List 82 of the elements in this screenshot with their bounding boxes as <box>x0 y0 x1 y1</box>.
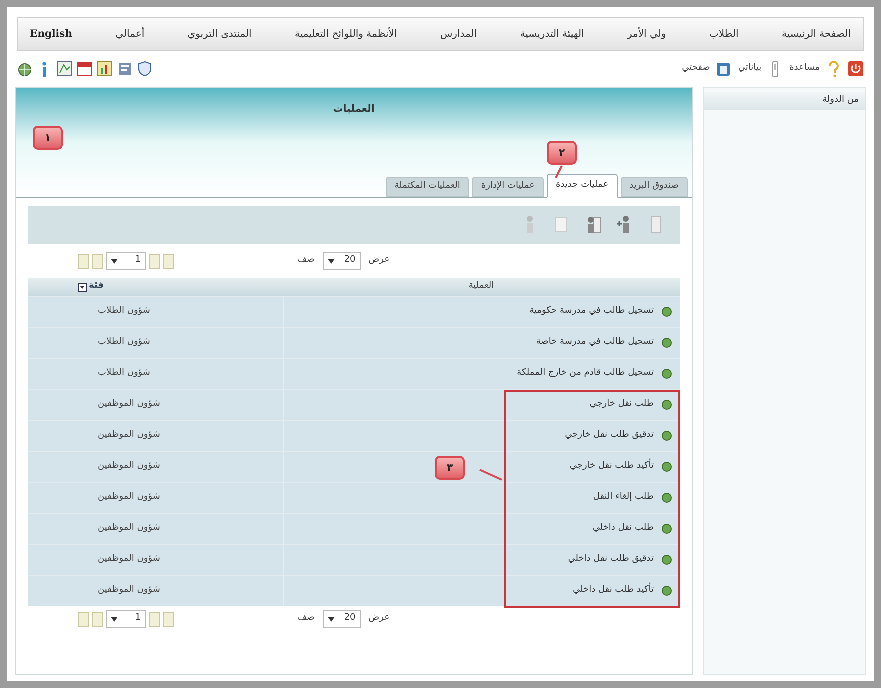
last-page-button[interactable] <box>78 612 89 626</box>
dropdown-arrow-icon <box>111 616 118 622</box>
table-cell-text: شؤون الطلاب <box>98 367 150 380</box>
column-header: العملية <box>468 280 494 294</box>
first-page-button[interactable] <box>163 254 174 268</box>
table-cell-text: شؤون الموظفين <box>98 553 160 566</box>
chart-icon[interactable] <box>97 60 113 78</box>
operation-link[interactable]: تدقيق طلب نقل خارجي <box>565 429 654 443</box>
user-link[interactable]: صفحتي <box>682 62 710 76</box>
dropdown-arrow-icon <box>328 616 335 622</box>
round-dot-icon <box>662 431 672 441</box>
menu-item[interactable]: الصفحة الرئيسية <box>782 26 851 42</box>
dropdown-arrow-icon <box>328 258 335 264</box>
round-dot-icon <box>662 555 672 565</box>
operation-link[interactable]: تدقيق طلب نقل داخلي <box>568 553 654 567</box>
operation-link[interactable]: تسجيل طالب في مدرسة خاصة <box>536 336 654 350</box>
dropdown-arrow-icon <box>111 258 118 264</box>
operation-link[interactable]: تسجيل طالب في مدرسة حكومية <box>530 305 654 319</box>
tab[interactable]: عمليات جديدة <box>546 174 618 198</box>
page-size-select[interactable]: 20 <box>322 610 361 628</box>
menu-item[interactable]: ولي الأمر <box>627 26 666 42</box>
table-cell-text: شؤون الموظفين <box>98 460 160 474</box>
operation-link[interactable]: تسجيل طالب قادم من خارج المملكة <box>517 367 654 381</box>
calendar-icon[interactable] <box>77 60 93 78</box>
table-cell-text: شؤون الطلاب <box>98 305 150 318</box>
last-page-button[interactable] <box>78 254 89 268</box>
page-select[interactable]: 1 <box>106 610 146 628</box>
round-dot-icon <box>662 400 672 410</box>
operation-link[interactable]: تأكيد طلب نقل خارجي <box>570 460 654 474</box>
page-size-select[interactable]: 20 <box>322 252 361 270</box>
shield-icon[interactable] <box>137 60 153 78</box>
operation-link[interactable]: طلب نقل خارجي <box>590 398 654 412</box>
screen-icon[interactable] <box>716 60 732 78</box>
callout-badge: ١ <box>33 126 63 150</box>
round-dot-icon <box>662 586 672 596</box>
table-cell-text: شؤون الموظفين <box>98 491 160 504</box>
previous-page-button[interactable] <box>149 254 160 268</box>
operation-link[interactable]: طلب نقل داخلي <box>592 522 654 536</box>
next-page-button[interactable] <box>92 254 103 268</box>
tab[interactable]: صندوق البريد <box>620 177 688 197</box>
rows-label: صف <box>298 254 315 268</box>
sidebar-title: من الدولة <box>822 94 859 108</box>
filter-toggle-icon[interactable] <box>78 282 87 292</box>
power-icon[interactable] <box>848 61 864 77</box>
document-icon[interactable] <box>117 60 133 78</box>
menu-item[interactable]: المدارس <box>440 26 478 42</box>
round-dot-icon <box>662 462 672 472</box>
callout-badge: ٣ <box>435 456 465 480</box>
menu-item[interactable]: أعمالي <box>116 26 145 42</box>
operation-link[interactable]: طلب إلغاء النقل <box>593 491 654 505</box>
callout-badge: ٢ <box>547 141 577 165</box>
menu-item[interactable]: الأنظمة واللوائح التعليمية <box>295 26 398 42</box>
user-link[interactable]: بياناتي <box>738 62 762 76</box>
table-cell-text: شؤون الموظفين <box>98 522 160 536</box>
show-label: عرض <box>368 254 390 268</box>
table-cell-text: شؤون الطلاب <box>98 336 150 350</box>
help-icon[interactable] <box>826 60 842 78</box>
menu-item[interactable]: الهيئة التدريسية <box>520 26 584 42</box>
page-select[interactable]: 1 <box>106 252 146 270</box>
round-dot-icon <box>662 338 672 348</box>
round-dot-icon <box>662 307 672 317</box>
globe-icon[interactable] <box>17 60 33 78</box>
language-link[interactable]: English <box>30 26 72 42</box>
tab[interactable]: عمليات الإدارة <box>472 177 544 197</box>
previous-page-button[interactable] <box>149 612 160 626</box>
table-cell-text: شؤون الموظفين <box>98 429 160 442</box>
panel-title: العمليات <box>333 103 375 117</box>
table-cell-text: شؤون الموظفين <box>98 398 160 412</box>
table-cell-text: شؤون الموظفين <box>98 584 160 598</box>
rows-label: صف <box>298 612 315 626</box>
first-page-button[interactable] <box>163 612 174 626</box>
column-header: فئة <box>89 280 104 294</box>
user-link[interactable]: مساعدة <box>790 62 820 76</box>
show-label: عرض <box>368 612 390 626</box>
menu-item[interactable]: المنتدى التربوي <box>188 26 252 42</box>
menu-item[interactable]: الطلاب <box>709 26 739 42</box>
round-dot-icon <box>662 493 672 503</box>
next-page-button[interactable] <box>92 612 103 626</box>
round-dot-icon <box>662 369 672 379</box>
tab[interactable]: العمليات المكتملة <box>386 177 470 197</box>
round-dot-icon <box>662 524 672 534</box>
operation-link[interactable]: تأكيد طلب نقل داخلي <box>573 584 654 598</box>
